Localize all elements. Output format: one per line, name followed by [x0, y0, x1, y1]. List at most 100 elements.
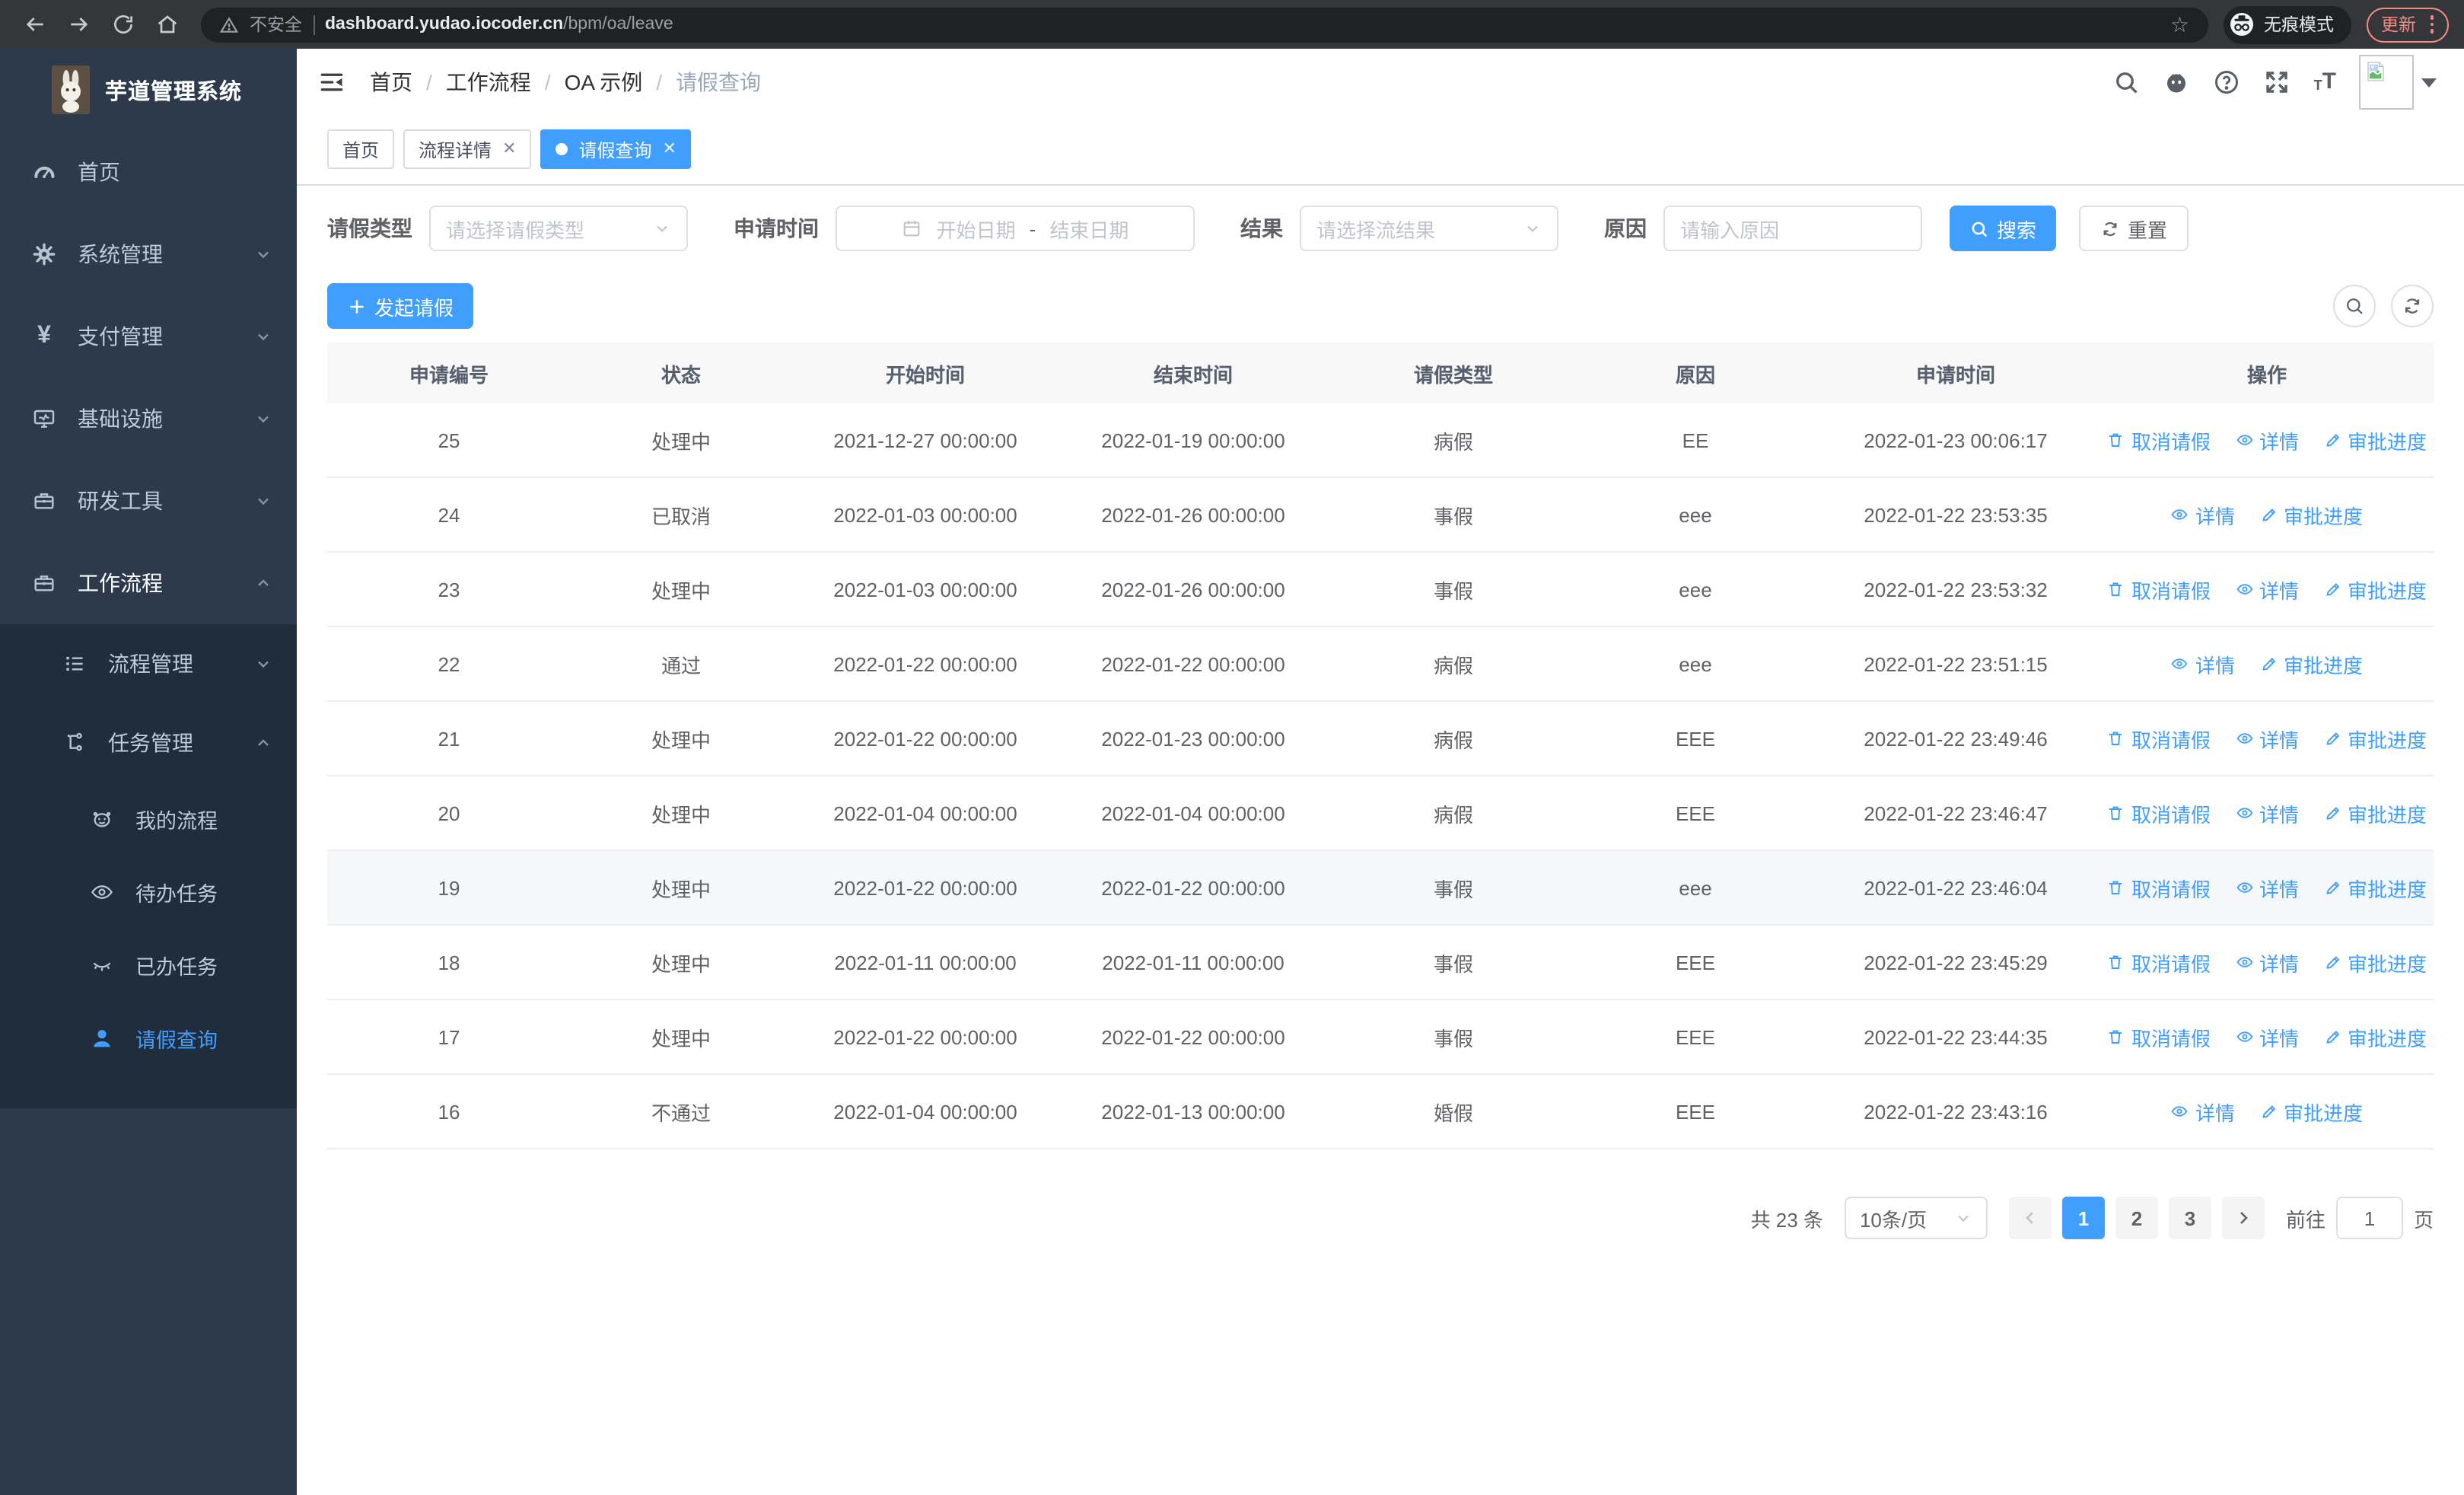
cell-start: 2022-01-22 00:00:00	[833, 1025, 1017, 1048]
tab-process-detail[interactable]: 流程详情 ✕	[403, 129, 532, 169]
table-row: 18 处理中 2022-01-11 00:00:00 2022-01-11 00:00…	[327, 926, 2434, 1000]
action-progress-link[interactable]: 审批进度	[2259, 649, 2363, 678]
action-detail-link[interactable]: 详情	[2171, 1097, 2235, 1126]
cell-id: 19	[438, 876, 460, 899]
bookmark-star-icon[interactable]: ☆	[2170, 14, 2189, 35]
sidebar-item-done-tasks[interactable]: 已办任务	[0, 929, 297, 1002]
sidebar-item-devtools[interactable]: 研发工具	[0, 460, 297, 542]
sidebar-item-payment[interactable]: ¥ 支付管理	[0, 295, 297, 378]
page-button-2[interactable]: 2	[2115, 1197, 2158, 1239]
action-detail-link[interactable]: 详情	[2235, 1022, 2299, 1051]
action-cancel-link[interactable]: 取消请假	[2107, 426, 2211, 454]
gear-icon	[30, 242, 58, 266]
sidebar-item-todo-tasks[interactable]: 待办任务	[0, 856, 297, 929]
page-size-select[interactable]: 10条/页	[1844, 1197, 1988, 1239]
action-progress-link[interactable]: 审批进度	[2323, 1022, 2427, 1051]
chevron-down-icon	[1527, 225, 1538, 233]
action-progress-link[interactable]: 审批进度	[2323, 799, 2427, 827]
page-button-3[interactable]: 3	[2168, 1197, 2211, 1239]
github-icon[interactable]	[2163, 68, 2191, 95]
eye-icon	[2172, 1106, 2189, 1117]
reset-button[interactable]: 重置	[2079, 206, 2189, 251]
browser-back-button[interactable]	[15, 5, 53, 43]
cell-end: 2022-01-13 00:00:00	[1101, 1100, 1285, 1123]
sidebar-collapse-icon[interactable]	[318, 68, 345, 95]
pencil-icon	[2262, 508, 2275, 521]
action-cancel-link[interactable]: 取消请假	[2107, 873, 2211, 902]
breadcrumb-workflow[interactable]: 工作流程	[446, 66, 531, 97]
action-detail-link[interactable]: 详情	[2235, 724, 2299, 753]
fullscreen-icon[interactable]	[2264, 68, 2291, 95]
logo[interactable]: 芋道管理系统	[0, 49, 297, 131]
action-cancel-link[interactable]: 取消请假	[2107, 948, 2211, 977]
cell-id: 18	[438, 951, 460, 974]
row-actions: 详情 审批进度	[2100, 1075, 2434, 1148]
action-cancel-link[interactable]: 取消请假	[2107, 1022, 2211, 1051]
breadcrumb-home[interactable]: 首页	[370, 66, 412, 97]
browser-menu-icon[interactable]	[2430, 15, 2434, 33]
action-progress-link[interactable]: 审批进度	[2323, 426, 2427, 454]
next-page-button[interactable]	[2221, 1197, 2265, 1239]
action-detail-link[interactable]: 详情	[2235, 575, 2299, 604]
sidebar-item-process-mgmt[interactable]: 流程管理	[0, 624, 297, 703]
search-icon[interactable]	[2113, 68, 2141, 95]
toggle-search-button[interactable]	[2333, 285, 2376, 327]
action-cancel-link[interactable]: 取消请假	[2107, 799, 2211, 827]
sidebar-item-home[interactable]: 首页	[0, 131, 297, 213]
action-progress-link[interactable]: 审批进度	[2259, 1097, 2363, 1126]
result-select[interactable]: 请选择流结果	[1300, 206, 1558, 251]
prev-page-button[interactable]	[2008, 1197, 2052, 1239]
pencil-icon	[2326, 881, 2339, 894]
tab-leave-query[interactable]: 请假查询 ✕	[540, 129, 692, 169]
breadcrumb-oa[interactable]: OA 示例	[565, 66, 643, 97]
action-progress-link[interactable]: 审批进度	[2323, 724, 2427, 753]
sidebar-item-leave-query[interactable]: 请假查询	[0, 1002, 297, 1075]
table-row: 22 通过 2022-01-22 00:00:00 2022-01-22 00:00:…	[327, 627, 2434, 702]
sidebar-item-task-mgmt[interactable]: 任务管理	[0, 703, 297, 783]
cell-apply: 2022-01-22 23:53:32	[1864, 578, 2048, 601]
browser-home-button[interactable]	[148, 5, 186, 43]
refresh-table-button[interactable]	[2391, 285, 2434, 327]
help-icon[interactable]	[2214, 68, 2241, 95]
sidebar-item-my-process[interactable]: 我的流程	[0, 783, 297, 856]
cell-status: 已取消	[651, 505, 711, 528]
goto-page-input[interactable]	[2335, 1197, 2403, 1239]
leave-type-select[interactable]: 请选择请假类型	[429, 206, 688, 251]
cell-type: 病假	[1433, 728, 1473, 751]
sidebar-item-system[interactable]: 系统管理	[0, 213, 297, 295]
action-progress-link[interactable]: 审批进度	[2323, 873, 2427, 902]
action-cancel-link[interactable]: 取消请假	[2107, 724, 2211, 753]
close-icon[interactable]: ✕	[663, 140, 676, 158]
table-row: 20 处理中 2022-01-04 00:00:00 2022-01-04 00:00…	[327, 776, 2434, 851]
browser-reload-button[interactable]	[103, 5, 142, 43]
browser-update-button[interactable]: 更新	[2366, 7, 2449, 42]
filter-bar: 请假类型 请选择请假类型 申请时间 开始日期 - 结束日期 结果 请选择流结果 …	[327, 206, 2434, 251]
workflow-submenu: 流程管理 任务管理 我的流程 待办任务 已办任务 请假查询	[0, 624, 297, 1108]
sidebar-item-workflow[interactable]: 工作流程	[0, 542, 297, 624]
action-cancel-link[interactable]: 取消请假	[2107, 575, 2211, 604]
avatar[interactable]	[2359, 54, 2437, 109]
action-progress-link[interactable]: 审批进度	[2323, 948, 2427, 977]
cell-start: 2021-12-27 00:00:00	[833, 429, 1017, 451]
trash-icon	[2109, 881, 2122, 894]
page-button-1[interactable]: 1	[2061, 1197, 2105, 1239]
action-detail-link[interactable]: 详情	[2235, 799, 2299, 827]
action-detail-link[interactable]: 详情	[2235, 426, 2299, 454]
tab-home[interactable]: 首页	[327, 129, 395, 169]
sidebar-item-infrastructure[interactable]: 基础设施	[0, 378, 297, 460]
create-leave-button[interactable]: 发起请假	[327, 283, 474, 329]
action-detail-link[interactable]: 详情	[2235, 873, 2299, 902]
font-size-icon[interactable]: TT	[2314, 70, 2336, 93]
action-detail-link[interactable]: 详情	[2171, 500, 2235, 529]
action-detail-link[interactable]: 详情	[2235, 948, 2299, 977]
action-progress-link[interactable]: 审批进度	[2259, 500, 2363, 529]
search-button[interactable]: 搜索	[1950, 206, 2057, 251]
browser-forward-button[interactable]	[59, 5, 97, 43]
action-detail-link[interactable]: 详情	[2171, 649, 2235, 678]
trash-icon	[2109, 582, 2122, 596]
apply-time-range-picker[interactable]: 开始日期 - 结束日期	[836, 206, 1195, 251]
address-bar[interactable]: 不安全 dashboard.yudao.iocoder.cn/bpm/oa/le…	[201, 7, 2208, 42]
close-icon[interactable]: ✕	[502, 140, 516, 158]
reason-input[interactable]: 请输入原因	[1663, 206, 1922, 251]
action-progress-link[interactable]: 审批进度	[2323, 575, 2427, 604]
